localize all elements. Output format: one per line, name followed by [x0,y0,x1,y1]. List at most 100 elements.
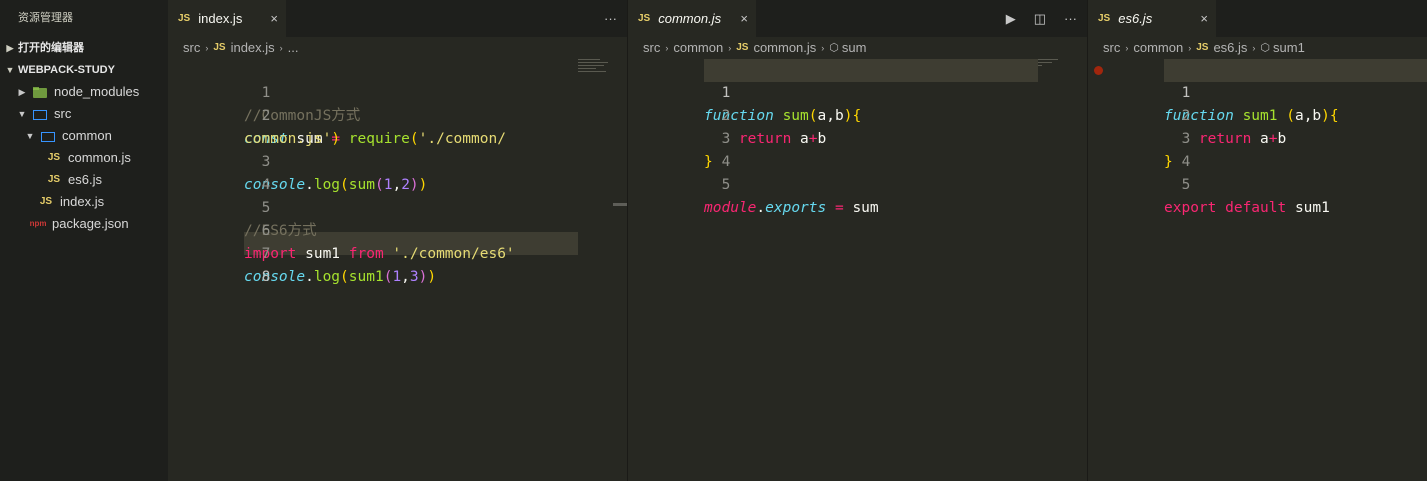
javascript-icon: JS [1098,13,1111,24]
chevron-right-icon: ▶ [6,43,14,53]
line-number: 8 [261,269,271,285]
code-line: 5 module.exports = sum [628,151,1087,216]
breadcrumb-item[interactable]: common [673,37,723,59]
code-comma: , [401,269,410,285]
tree-item-common[interactable]: ▼ common [0,125,168,147]
folder-open-icon [32,109,48,120]
tree-item-common-js[interactable]: JS common.js [0,147,168,169]
code-number: 3 [409,269,419,285]
chevron-right-icon: › [1188,43,1192,53]
breadcrumb: src › common › JS es6.js › ⬡ sum1 [1088,37,1427,59]
tree-item-label: common.js [68,150,131,165]
chevron-right-icon: › [665,43,669,53]
minimap[interactable] [1038,59,1068,71]
tab-index-js[interactable]: JS index.js × [168,0,286,37]
more-actions-icon[interactable]: ··· [1064,11,1077,26]
breadcrumb-item[interactable]: es6.js [1213,37,1247,59]
tab-bar: JS index.js × ··· [168,0,627,37]
tab-common-js[interactable]: JS common.js × [628,0,756,37]
code-object: module [704,200,757,216]
breadcrumb: src › common › JS common.js › ⬡ sum [628,37,1087,59]
code-dot: . [305,269,314,285]
explorer-title: 资源管理器 [18,12,73,24]
open-editors-section[interactable]: ▶ 打开的编辑器 [0,37,168,59]
code-paren: ) [427,269,437,285]
minimap[interactable] [578,59,618,79]
project-label: WEBPACK-STUDY [18,64,115,76]
code-line: 2 return a+b [1088,82,1427,147]
chevron-right-icon: › [728,43,732,53]
code-line: 3 } [1088,105,1427,170]
breadcrumb-item[interactable]: src [183,37,200,59]
tab-bar: JS es6.js × [1088,0,1427,37]
close-icon[interactable]: × [270,11,278,26]
code-function: log [313,269,341,285]
scrollbar-marker[interactable] [613,203,627,206]
breadcrumb-item[interactable]: src [1103,37,1120,59]
breadcrumb: src › JS index.js › ... [168,37,627,59]
code-line: 1 //CommonJS方式 [168,59,627,124]
tab-label: index.js [198,11,243,26]
more-actions-icon[interactable]: ··· [604,11,617,26]
chevron-down-icon: ▼ [17,109,27,119]
javascript-icon: JS [39,196,53,207]
tree-item-label: common [62,128,112,143]
breadcrumb-item[interactable]: index.js [231,37,275,59]
tab-label: es6.js [1118,11,1153,26]
javascript-icon: JS [47,174,61,185]
tab-actions: ··· [586,0,617,37]
tab-bar: JS common.js × ▶ ◫ ··· [628,0,1087,37]
code-line: 6 import sum1 from './common/es6' [168,197,627,262]
code-line: 3 } [628,105,1087,170]
tree-item-label: node_modules [54,84,140,99]
code-line: 2 return a+b [628,82,1087,147]
breadcrumb-item[interactable]: common [1133,37,1183,59]
tree-item-package-json[interactable]: npm package.json [0,213,168,235]
code-number: 1 [392,269,402,285]
breadcrumb-item[interactable]: sum1 [1273,37,1305,59]
tree-item-node-modules[interactable]: ▶ node_modules [0,81,168,103]
project-section[interactable]: ▼ WEBPACK-STUDY [0,59,168,81]
javascript-icon: JS [736,42,749,53]
code-line-wrap: common.js') [168,105,627,147]
run-icon[interactable]: ▶ [1006,11,1016,27]
chevron-right-icon: › [205,43,209,53]
code-paren: ( [340,269,349,285]
breadcrumb-item[interactable]: src [643,37,660,59]
open-editors-label: 打开的编辑器 [18,42,84,54]
code-line: 7 console.log(sum1(1,3)) [168,220,627,285]
breadcrumb-item[interactable]: ... [288,37,299,59]
folder-open-icon [40,131,56,142]
breadcrumb-item[interactable]: common.js [753,37,816,59]
close-icon[interactable]: × [1200,11,1208,26]
tab-es6-js[interactable]: JS es6.js × [1088,0,1216,37]
tab-actions: ▶ ◫ ··· [988,0,1077,37]
editor-group-common: JS common.js × ▶ ◫ ··· src › common › JS… [628,0,1087,481]
code-line: 1 function sum1 (a,b){ [1088,59,1427,124]
folder-icon [32,86,48,98]
tree-item-es6-js[interactable]: JS es6.js [0,169,168,191]
breadcrumb-item[interactable]: sum [842,37,867,59]
code-line: 4 [168,151,627,193]
code-operator: = [826,200,853,216]
javascript-icon: JS [1196,42,1209,53]
chevron-down-icon: ▼ [25,131,35,141]
chevron-right-icon: › [1252,43,1256,53]
code-function: sum1 [348,269,384,285]
code-line: 1 function sum(a,b){ [628,59,1087,124]
code-line: 2 const sum = require('./common/ [168,82,627,147]
code-property: exports [765,200,827,216]
code-line: 3 console.log(sum(1,2)) [168,128,627,193]
tree-item-index-js[interactable]: JS index.js [0,191,168,213]
code-dot: . [756,200,766,216]
symbol-method-icon: ⬡ [829,42,839,54]
code-identifier: sum [852,200,879,216]
split-editor-icon[interactable]: ◫ [1034,11,1046,27]
code-keyword: export default [1164,200,1287,216]
chevron-right-icon: ▶ [18,87,26,97]
javascript-icon: JS [638,13,651,24]
symbol-method-icon: ⬡ [1260,42,1271,54]
close-icon[interactable]: × [740,11,748,26]
tab-label: common.js [658,11,722,26]
tree-item-src[interactable]: ▼ src [0,103,168,125]
